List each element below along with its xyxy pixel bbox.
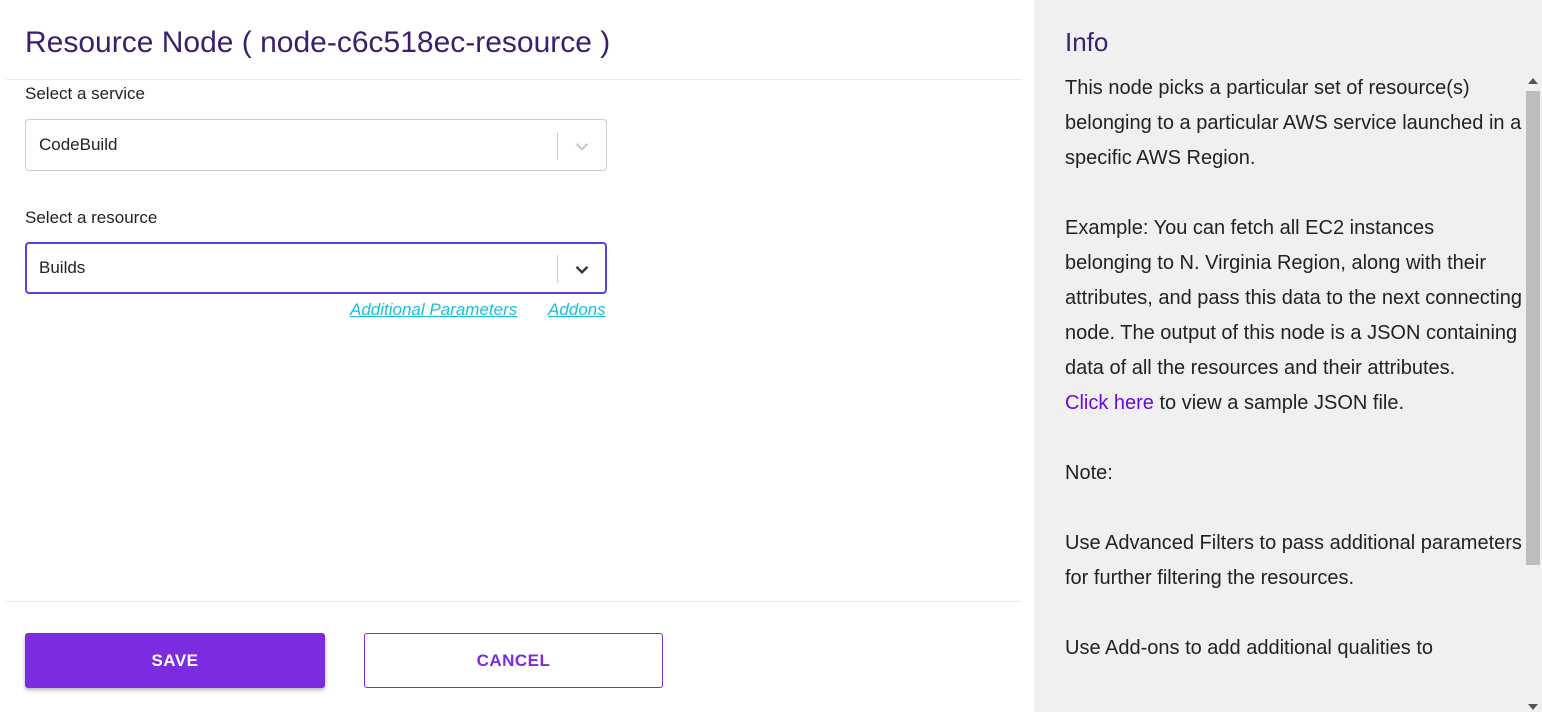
info-sample-line: Click here to view a sample JSON file.	[1065, 386, 1525, 421]
select-separator	[557, 255, 558, 283]
resource-select-value: Builds	[39, 258, 86, 277]
save-button[interactable]: SAVE	[25, 633, 325, 688]
footer-divider	[6, 601, 1022, 602]
addons-link[interactable]: Addons	[548, 300, 606, 320]
service-select[interactable]: CodeBuild	[25, 119, 607, 171]
header-divider	[6, 79, 1022, 80]
resource-label: Select a resource	[25, 208, 158, 227]
info-example: Example: You can fetch all EC2 instances…	[1065, 217, 1522, 379]
info-advanced-filters: Use Advanced Filters to pass additional …	[1065, 532, 1522, 589]
sample-json-suffix: to view a sample JSON file.	[1153, 392, 1405, 414]
select-separator	[557, 132, 558, 160]
info-title: Info	[1065, 27, 1109, 57]
additional-parameters-link[interactable]: Additional Parameters	[350, 300, 517, 320]
info-body: This node picks a particular set of reso…	[1065, 71, 1525, 666]
chevron-down-icon[interactable]	[571, 258, 593, 280]
chevron-down-icon[interactable]	[571, 135, 593, 157]
info-paragraph: This node picks a particular set of reso…	[1065, 77, 1522, 169]
cancel-button[interactable]: CANCEL	[364, 633, 663, 688]
service-label: Select a service	[25, 84, 145, 103]
arrow-down-icon[interactable]	[1528, 704, 1538, 710]
service-select-value: CodeBuild	[39, 135, 118, 154]
sample-json-link[interactable]: Click here	[1065, 392, 1154, 414]
page-title: Resource Node ( node-c6c518ec-resource )	[25, 26, 611, 59]
resource-select[interactable]: Builds	[25, 242, 607, 294]
info-panel: Info This node picks a particular set of…	[1034, 0, 1542, 712]
info-note-heading: Note:	[1065, 462, 1113, 484]
info-addons: Use Add-ons to add additional qualities …	[1065, 637, 1434, 659]
info-scrollbar[interactable]	[1524, 76, 1542, 712]
scrollbar-thumb[interactable]	[1526, 91, 1540, 565]
node-config-panel: Resource Node ( node-c6c518ec-resource )…	[0, 0, 1034, 712]
arrow-up-icon[interactable]	[1528, 78, 1538, 84]
